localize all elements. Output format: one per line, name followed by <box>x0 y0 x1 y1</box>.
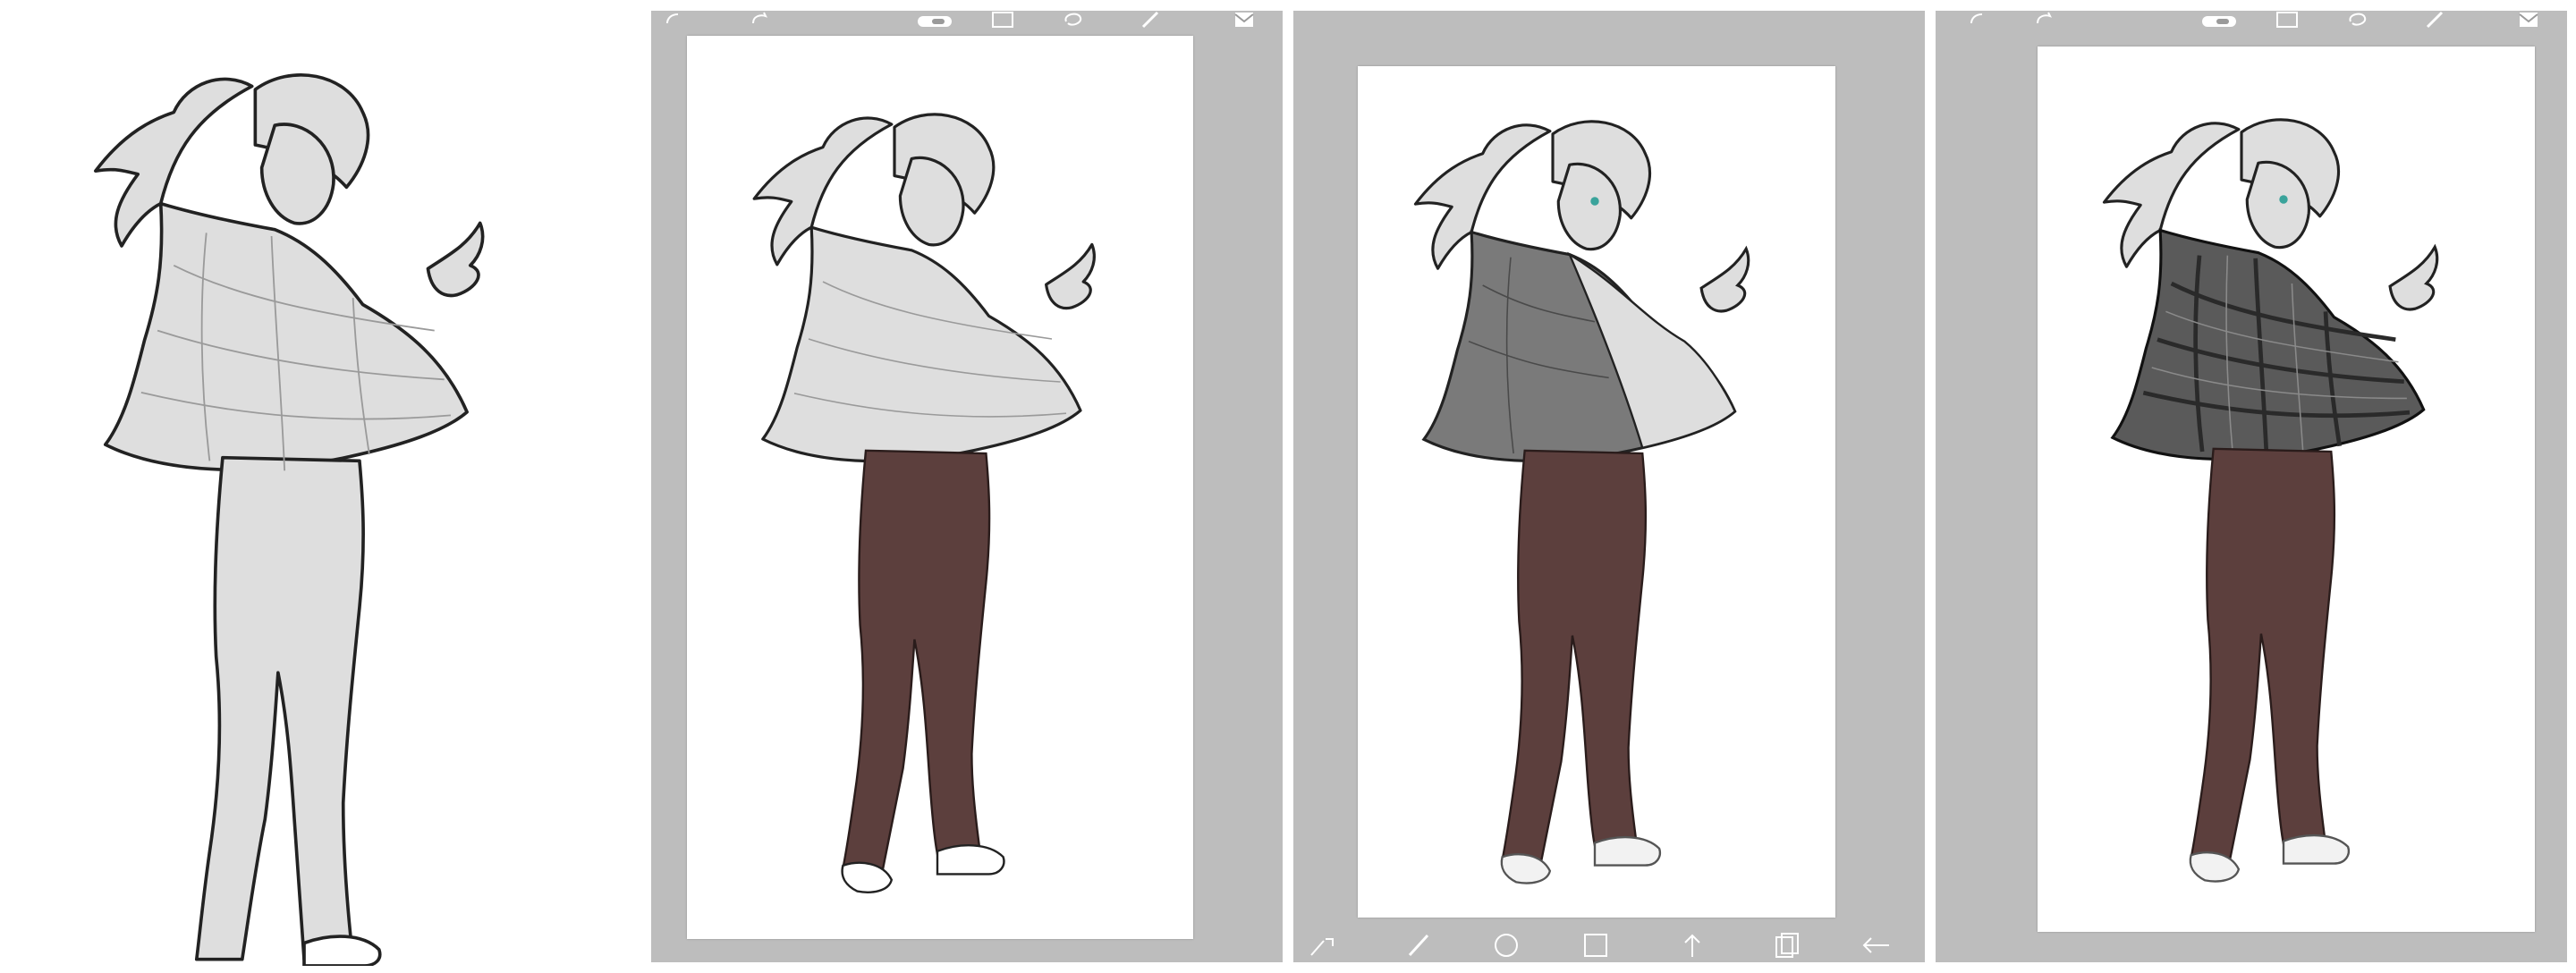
pen-icon[interactable] <box>1138 11 1165 30</box>
rectangle-icon[interactable] <box>1576 930 1615 960</box>
select-icon[interactable] <box>2274 11 2301 30</box>
copy-icon[interactable] <box>1767 930 1807 960</box>
brush-icon[interactable] <box>1401 930 1440 960</box>
app-panel-final <box>1936 11 2567 962</box>
character-drawing <box>752 113 1096 893</box>
undo-icon[interactable] <box>1966 11 1993 30</box>
character-shading-stage <box>1385 84 1805 907</box>
toggle-icon[interactable] <box>916 11 953 30</box>
brush-settings-icon[interactable] <box>1302 930 1342 960</box>
app-panel-pants <box>651 11 1283 962</box>
top-toolbar <box>651 11 1283 30</box>
ellipse-icon[interactable] <box>1487 930 1526 960</box>
character-lineart <box>54 54 555 966</box>
select-icon[interactable] <box>989 11 1016 30</box>
lasso-icon[interactable] <box>1059 11 1086 30</box>
lasso-icon[interactable] <box>2343 11 2370 30</box>
character-final-stage <box>2073 64 2494 923</box>
undo-icon[interactable] <box>662 11 689 30</box>
character-drawing <box>1413 120 1750 884</box>
lineart-panel <box>0 0 648 973</box>
drawing-canvas[interactable] <box>687 36 1193 939</box>
bottom-toolbar <box>1293 926 1925 962</box>
back-icon[interactable] <box>1857 930 1896 960</box>
redo-icon[interactable] <box>2030 11 2057 30</box>
character-pants-stage <box>723 63 1152 930</box>
app-panel-shading <box>1293 11 1925 962</box>
drawing-canvas[interactable] <box>2038 47 2535 932</box>
toggle-icon[interactable] <box>2200 11 2238 30</box>
character-drawing <box>94 72 485 966</box>
character-drawing <box>2102 118 2439 883</box>
transform-icon[interactable] <box>1673 930 1712 960</box>
pen-icon[interactable] <box>2422 11 2449 30</box>
drawing-canvas[interactable] <box>1358 66 1835 918</box>
top-toolbar <box>1936 11 2567 30</box>
redo-icon[interactable] <box>746 11 773 30</box>
layers-icon[interactable] <box>2515 11 2542 30</box>
layers-icon[interactable] <box>1231 11 1258 30</box>
